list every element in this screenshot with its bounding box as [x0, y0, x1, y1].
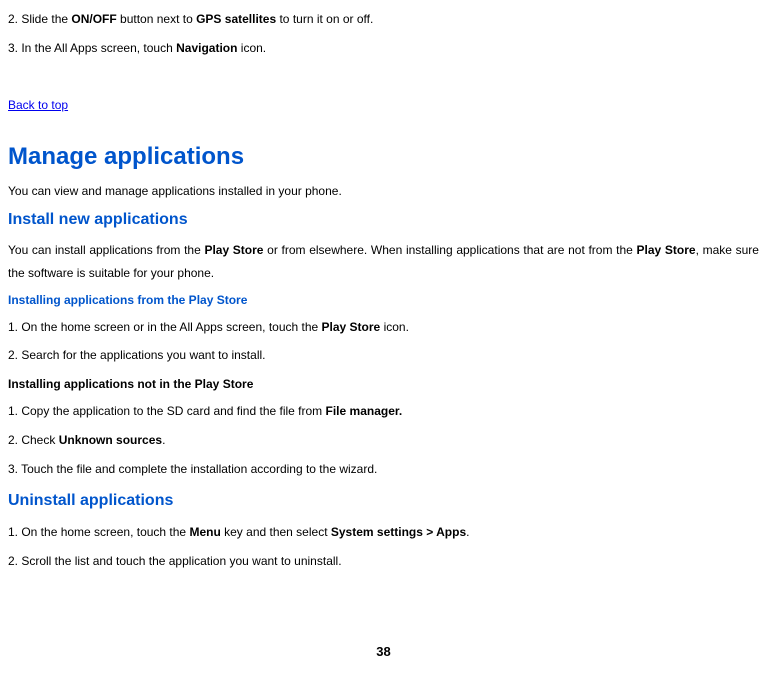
text-fragment: icon.	[237, 41, 266, 55]
heading-install-new-applications: Install new applications	[8, 205, 759, 235]
text-fragment: 2. Check	[8, 433, 59, 447]
bold-text: Navigation	[176, 41, 237, 55]
heading-manage-applications: Manage applications	[8, 134, 759, 180]
step-search-apps: 2. Search for the applications you want …	[8, 344, 759, 367]
bold-text: Unknown sources	[59, 433, 162, 447]
text-fragment: 2. Slide the	[8, 12, 71, 26]
text-fragment: or from elsewhere. When installing appli…	[263, 243, 636, 257]
text-fragment: 1. On the home screen or in the All Apps…	[8, 320, 322, 334]
text-fragment: 3. In the All Apps screen, touch	[8, 41, 176, 55]
bold-text: Play Store	[637, 243, 696, 257]
step-gps-toggle: 2. Slide the ON/OFF button next to GPS s…	[8, 8, 759, 31]
bold-text: File manager.	[326, 404, 403, 418]
step-menu-system-settings: 1. On the home screen, touch the Menu ke…	[8, 521, 759, 544]
text-fragment: button next to	[117, 12, 196, 26]
bold-text: GPS satellites	[196, 12, 276, 26]
text-fragment: You can install applications from the	[8, 243, 204, 257]
install-description: You can install applications from the Pl…	[8, 239, 759, 285]
heading-uninstall-applications: Uninstall applications	[8, 486, 759, 516]
step-play-store-icon: 1. On the home screen or in the All Apps…	[8, 316, 759, 339]
step-copy-sd-card: 1. Copy the application to the SD card a…	[8, 400, 759, 423]
text-fragment: 1. On the home screen, touch the	[8, 525, 189, 539]
step-navigation-icon: 3. In the All Apps screen, touch Navigat…	[8, 37, 759, 60]
step-unknown-sources: 2. Check Unknown sources.	[8, 429, 759, 452]
text-fragment: .	[162, 433, 165, 447]
text-fragment: icon.	[380, 320, 409, 334]
intro-text: You can view and manage applications ins…	[8, 180, 759, 203]
text-fragment: to turn it on or off.	[276, 12, 373, 26]
step-scroll-uninstall: 2. Scroll the list and touch the applica…	[8, 550, 759, 573]
text-fragment: key and then select	[221, 525, 331, 539]
step-complete-install: 3. Touch the file and complete the insta…	[8, 458, 759, 481]
bold-text: Play Store	[322, 320, 381, 334]
back-to-top-link[interactable]: Back to top	[8, 94, 68, 117]
text-fragment: .	[466, 525, 469, 539]
bold-text: System settings > Apps	[331, 525, 466, 539]
bold-text: ON/OFF	[71, 12, 116, 26]
heading-not-play-store: Installing applications not in the Play …	[8, 373, 759, 396]
text-fragment: 1. Copy the application to the SD card a…	[8, 404, 326, 418]
page-number: 38	[8, 640, 759, 665]
bold-text: Play Store	[204, 243, 263, 257]
heading-from-play-store: Installing applications from the Play St…	[8, 289, 759, 312]
bold-text: Menu	[189, 525, 220, 539]
